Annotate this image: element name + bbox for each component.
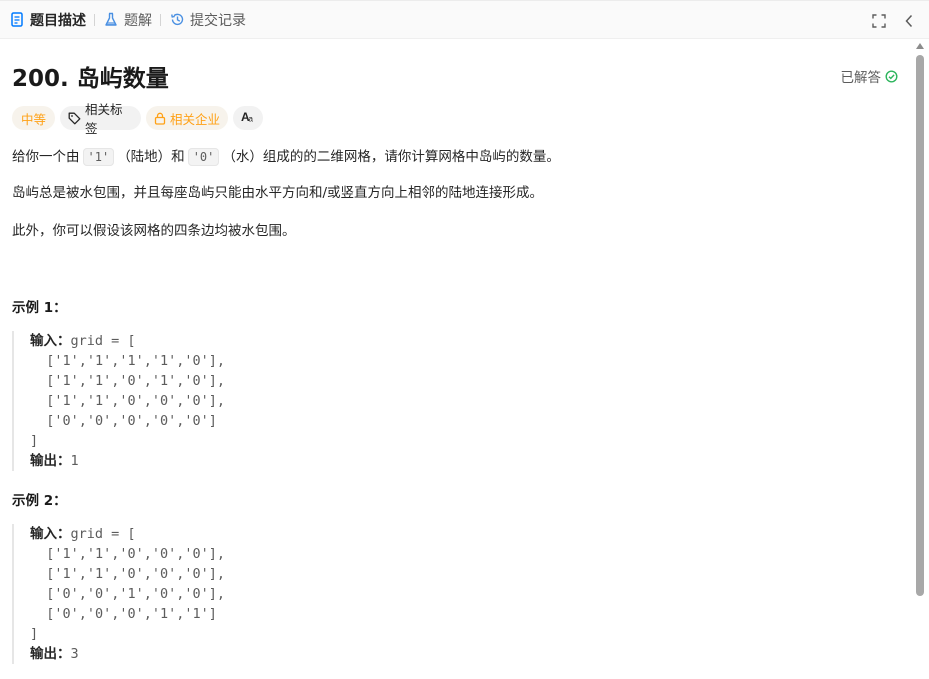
problem-title[interactable]: 200. 岛屿数量 [12,59,169,93]
collapse-left-icon[interactable] [901,13,917,29]
tab-divider [160,13,161,26]
tab-submissions[interactable]: 提交记录 [169,0,246,39]
example-2-block: 输入：grid = [ ['1','1','0','0','0'], ['1',… [12,524,892,664]
topics-tag-label: 相关标签 [85,102,123,136]
font-size-button[interactable]: Aa [233,106,263,130]
problem-content: 200. 岛屿数量 已解答 中等 相关标签 相关企业 Aa 给你一个由 '1' … [0,40,912,679]
description-paragraph-3: 此外，你可以假设该网格的四条边均被水包围。 [12,223,296,239]
example-1-block: 输入：grid = [ ['1','1','1','1','0'], ['1',… [12,331,892,471]
top-tab-bar: 题目描述 题解 提交记录 [0,0,929,39]
tag-icon [68,112,81,125]
input-value: grid = [ [70,526,136,542]
description-text: （水）组成的的二维网格，请你计算网格中岛屿的数量。 [222,149,560,165]
inline-code: '1' [82,148,115,166]
tag-row: 中等 相关标签 相关企业 Aa [12,102,263,136]
grid-close: ] [30,433,39,449]
grid-row: ['1','1','0','0','0'], [30,393,226,409]
lock-icon [154,112,166,125]
tab-description[interactable]: 题目描述 [9,0,86,39]
companies-tag-button[interactable]: 相关企业 [146,106,228,130]
tab-divider [94,13,95,26]
svg-text:a: a [249,115,254,124]
example-input-line: 输入：grid = [ [30,524,892,544]
tab-solutions-label: 题解 [124,12,152,29]
description-text: 给你一个由 [12,149,80,165]
scroll-thumb[interactable] [916,55,924,596]
grid-row: ['1','1','1','1','0'], [30,353,226,369]
grid-row: ['1','1','0','1','0'], [30,373,226,389]
input-value: grid = [ [70,333,136,349]
vertical-scrollbar[interactable] [914,40,926,679]
description-paragraph-1: 给你一个由 '1' （陆地）和 '0' （水）组成的的二维网格，请你计算网格中岛屿的数量… [12,147,560,167]
grid-close: ] [30,626,39,642]
fullscreen-icon[interactable] [871,13,887,29]
output-label: 输出： [30,646,71,662]
inline-code: '0' [187,148,220,166]
example-2-title: 示例 2： [12,493,67,509]
tab-submissions-label: 提交记录 [190,12,246,29]
document-icon [9,12,25,28]
example-1-title: 示例 1： [12,300,67,316]
output-value: 3 [70,646,79,662]
solved-status: 已解答 [841,66,899,86]
output-value: 1 [70,453,79,469]
solved-label: 已解答 [840,70,882,86]
topics-tag-button[interactable]: 相关标签 [60,102,141,136]
grid-row: ['1','1','0','0','0'], [30,546,226,562]
check-circle-icon [885,69,898,83]
flask-icon [103,12,119,28]
companies-tag-label: 相关企业 [170,111,221,127]
example-output-line: 输出：1 [30,451,892,471]
example-input-line: 输入：grid = [ [30,331,892,351]
font-size-icon: Aa [240,110,256,126]
difficulty-label: 中等 [20,111,46,127]
tab-solutions[interactable]: 题解 [103,0,152,39]
input-label: 输入： [30,333,71,349]
output-label: 输出： [30,453,71,469]
description-paragraph-2: 岛屿总是被水包围，并且每座岛屿只能由水平方向和/或竖直方向上相邻的陆地连接形成。 [12,185,544,201]
grid-row: ['0','0','0','1','1'] [30,606,217,622]
scroll-up-arrow-icon[interactable] [916,43,924,49]
example-output-line: 输出：3 [30,644,892,664]
description-text: （陆地）和 [117,149,185,165]
tab-description-label: 题目描述 [30,12,86,29]
grid-row: ['1','1','0','0','0'], [30,566,226,582]
difficulty-badge: 中等 [12,106,55,130]
grid-row: ['0','0','1','0','0'], [30,586,226,602]
input-label: 输入： [30,526,71,542]
history-icon [169,12,185,28]
grid-row: ['0','0','0','0','0'] [30,413,217,429]
